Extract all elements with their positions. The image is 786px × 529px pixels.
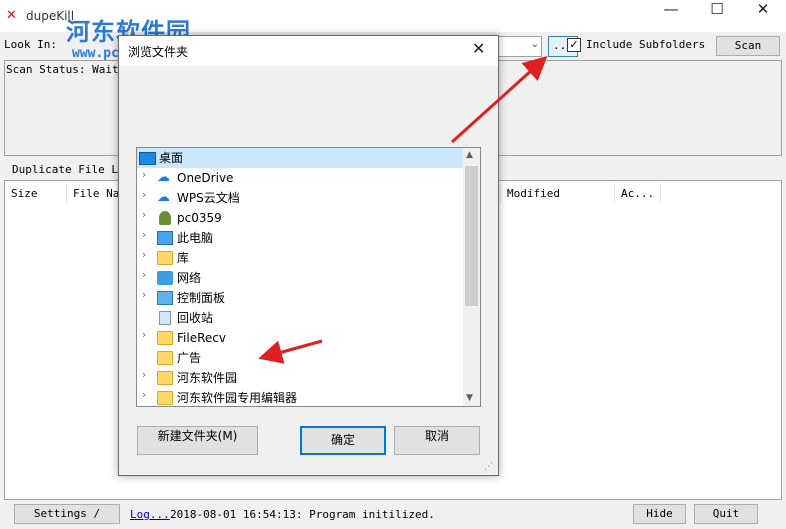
computer-icon — [157, 231, 173, 245]
tree-item-label: 库 — [177, 251, 190, 265]
folder-tree[interactable]: 桌面 › ☁ OneDrive › ☁ WPS云文档 › pc0359 › 此电… — [136, 147, 481, 407]
tree-item-label: 此电脑 — [177, 231, 214, 245]
tree-item-network[interactable]: › 网络 — [137, 268, 463, 288]
chevron-right-icon[interactable]: › — [142, 248, 154, 261]
settings-button[interactable]: Settings / — [14, 504, 120, 524]
tree-item-desktop[interactable]: 桌面 — [137, 148, 463, 168]
chevron-right-icon[interactable]: › — [142, 368, 154, 381]
tree-item-label: 网络 — [177, 271, 202, 285]
resize-grip-icon[interactable]: ⋰ — [484, 462, 493, 472]
include-subfolders-label: Include Subfolders — [586, 38, 706, 51]
control-panel-icon — [157, 291, 173, 305]
folder-icon — [157, 351, 173, 365]
chevron-right-icon[interactable]: › — [142, 288, 154, 301]
recycle-bin-icon — [159, 311, 171, 325]
network-icon — [157, 271, 173, 285]
log-message: 2018-08-01 16:54:13: Program initilized. — [170, 508, 435, 521]
close-button[interactable]: ✕ — [740, 0, 786, 30]
chevron-right-icon[interactable]: › — [142, 168, 154, 181]
chevron-right-icon[interactable]: › — [142, 228, 154, 241]
user-icon — [159, 211, 171, 225]
tree-item-filerecv[interactable]: › FileRecv — [137, 328, 463, 348]
tree-item-label: 桌面 — [159, 151, 184, 165]
cloud-icon: ☁ — [157, 170, 170, 185]
tree-item-label: OneDrive — [177, 171, 234, 185]
cancel-button[interactable]: 取消 — [394, 426, 480, 455]
scrollbar-thumb[interactable] — [465, 166, 478, 306]
chevron-right-icon[interactable]: › — [142, 208, 154, 221]
tree-item-label: WPS云文档 — [177, 191, 240, 205]
log-link[interactable]: Log... — [130, 508, 170, 521]
dialog-close-button[interactable]: ✕ — [472, 39, 485, 58]
scroll-up-icon[interactable]: ▲ — [466, 150, 473, 160]
tree-item-label: FileRecv — [177, 331, 226, 345]
include-subfolders-checkbox[interactable]: ✓ — [567, 38, 581, 52]
column-action[interactable]: Ac... — [621, 187, 654, 200]
scroll-down-icon[interactable]: ▼ — [466, 393, 473, 403]
library-icon — [157, 251, 173, 265]
tree-item-user[interactable]: › pc0359 — [137, 208, 463, 228]
column-size[interactable]: Size — [11, 187, 38, 200]
tree-item-hedong-editor[interactable]: › 河东软件园专用编辑器 — [137, 388, 463, 406]
tree-item-ads[interactable]: 广告 — [137, 348, 463, 368]
tree-item-this-pc[interactable]: › 此电脑 — [137, 228, 463, 248]
new-folder-button[interactable]: 新建文件夹(M) — [137, 426, 258, 455]
app-logo-icon: ✕ — [6, 8, 17, 23]
look-in-label: Look In: — [4, 38, 57, 51]
chevron-right-icon[interactable]: › — [142, 328, 154, 341]
quit-button[interactable]: Quit — [694, 504, 758, 524]
cloud-outline-icon: ☁ — [157, 190, 170, 205]
hide-button[interactable]: Hide — [633, 504, 686, 524]
tree-item-label: 控制面板 — [177, 291, 226, 305]
tree-item-label: 回收站 — [177, 311, 214, 325]
tree-item-label: 河东软件园专用编辑器 — [177, 391, 298, 405]
desktop-icon — [139, 152, 156, 165]
tree-item-label: 河东软件园 — [177, 371, 238, 385]
maximize-button[interactable]: ☐ — [694, 0, 740, 30]
tree-item-label: 广告 — [177, 351, 202, 365]
tree-item-control-panel[interactable]: › 控制面板 — [137, 288, 463, 308]
chevron-right-icon[interactable]: › — [142, 388, 154, 401]
column-divider[interactable] — [66, 183, 67, 203]
column-divider[interactable] — [614, 183, 615, 203]
tree-item-hedong[interactable]: › 河东软件园 — [137, 368, 463, 388]
tree-item-label: pc0359 — [177, 211, 222, 225]
folder-icon — [157, 391, 173, 405]
chevron-right-icon[interactable]: › — [142, 188, 154, 201]
tree-item-library[interactable]: › 库 — [137, 248, 463, 268]
scan-button[interactable]: Scan — [716, 36, 780, 56]
dialog-title: 浏览文件夹 — [128, 45, 189, 59]
column-modified[interactable]: Modified — [507, 187, 560, 200]
folder-icon — [157, 371, 173, 385]
folder-icon — [157, 331, 173, 345]
tree-item-wps-cloud[interactable]: › ☁ WPS云文档 — [137, 188, 463, 208]
chevron-down-icon: ⌄ — [530, 39, 539, 50]
tree-item-recycle-bin[interactable]: 回收站 — [137, 308, 463, 328]
chevron-right-icon[interactable]: › — [142, 268, 154, 281]
column-divider[interactable] — [660, 183, 661, 203]
tree-item-onedrive[interactable]: › ☁ OneDrive — [137, 168, 463, 188]
minimize-button[interactable]: — — [648, 0, 694, 30]
ok-button[interactable]: 确定 — [300, 426, 386, 455]
column-divider[interactable] — [500, 183, 501, 203]
